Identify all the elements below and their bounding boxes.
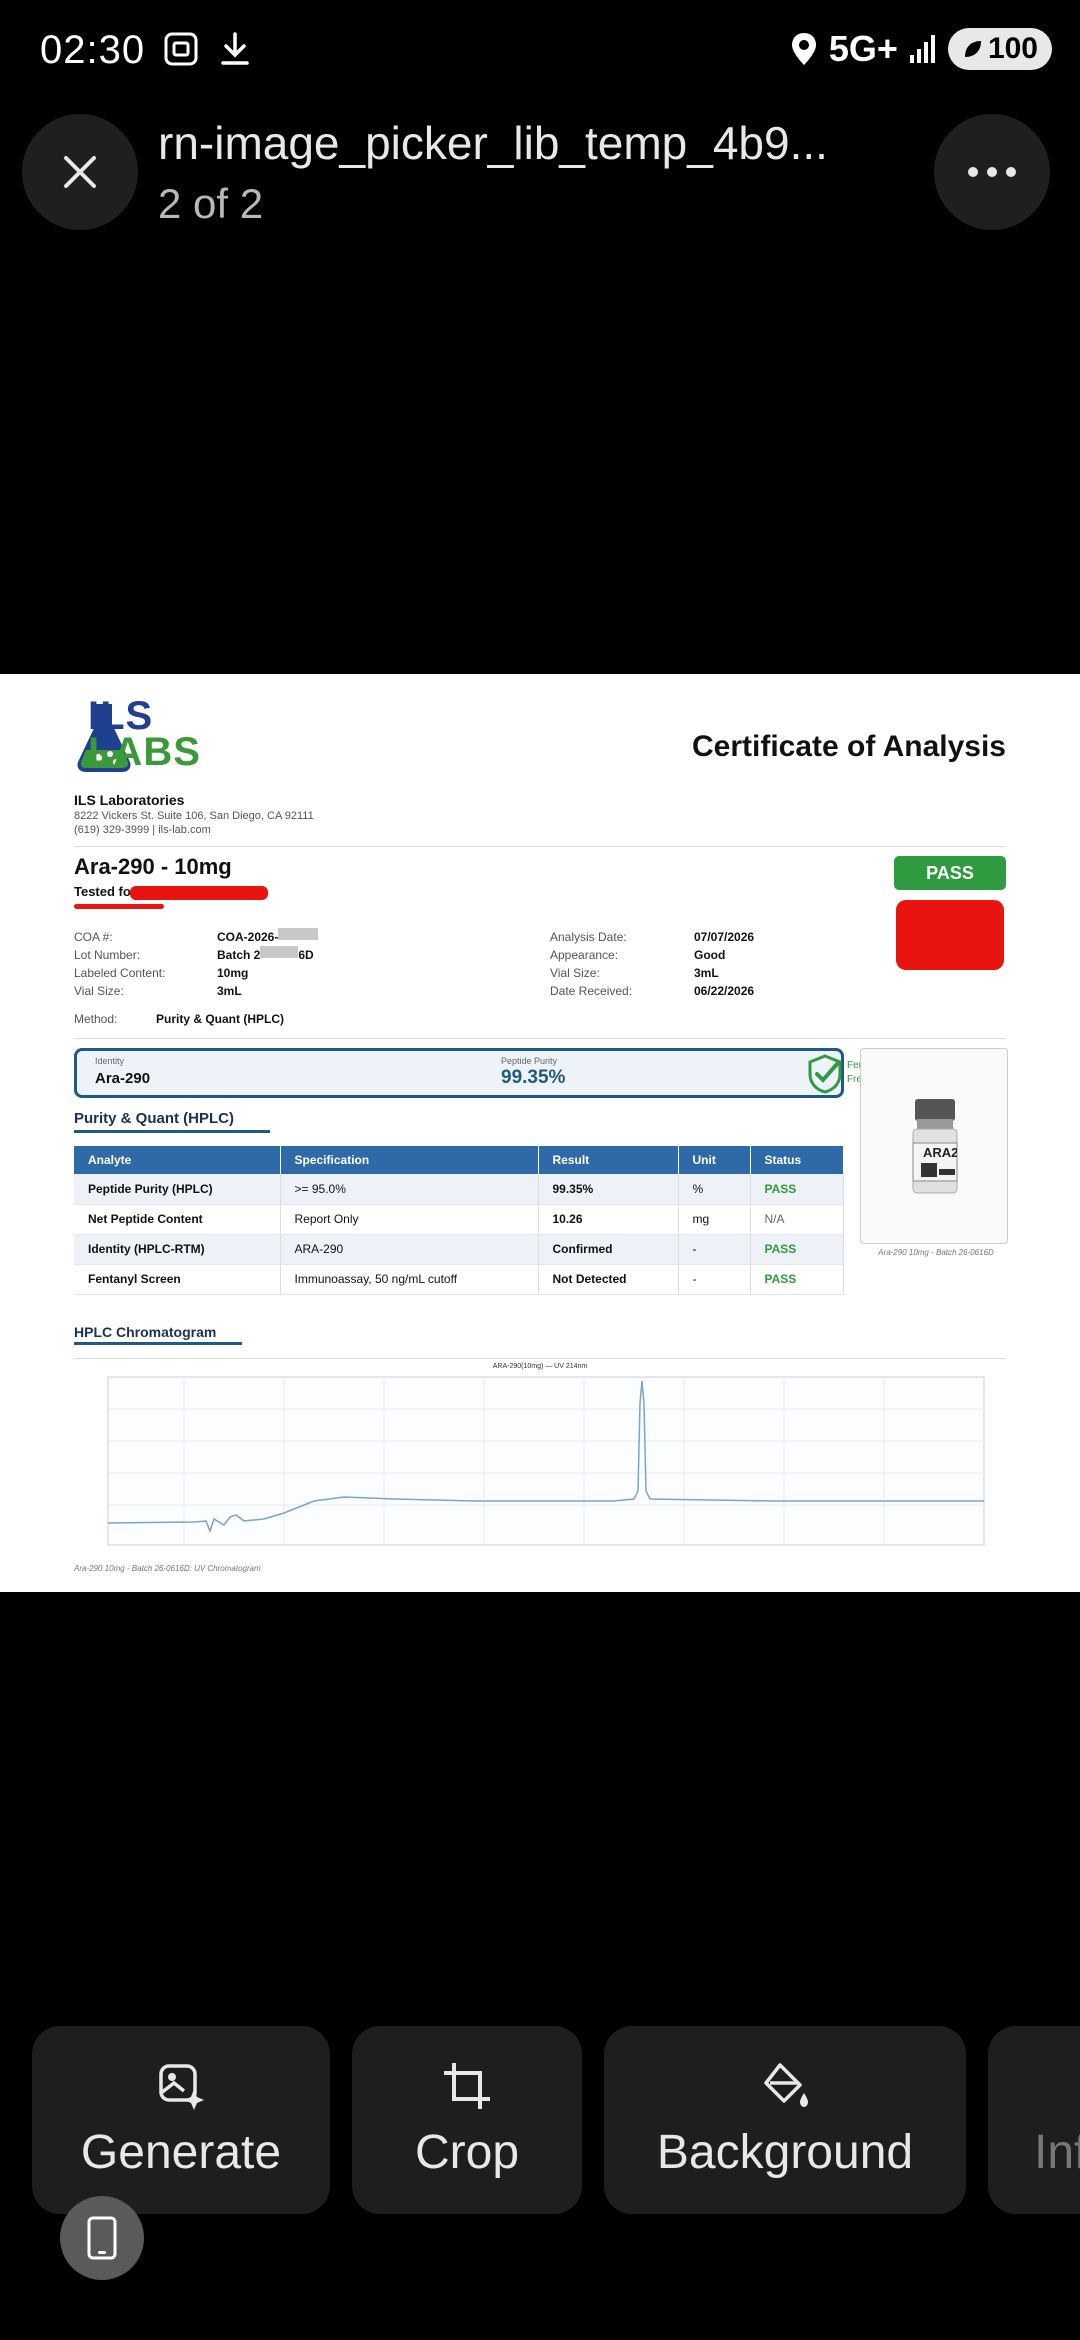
generate-label: Generate bbox=[80, 2125, 282, 2179]
meta-appearance: Appearance: Good bbox=[550, 948, 726, 962]
table-row: Fentanyl Screen Immunoassay, 50 ng/mL cu… bbox=[74, 1264, 844, 1295]
divider bbox=[74, 1038, 1006, 1039]
document-image[interactable]: ILS LABS Certificate of Analysis ILS Lab… bbox=[0, 674, 1080, 1592]
info-button[interactable]: Inf bbox=[988, 2026, 1080, 2214]
meta-date-received: Date Received: 06/22/2026 bbox=[550, 984, 755, 998]
more-options-button[interactable] bbox=[934, 114, 1050, 230]
status-bar: 02:30 5G+ 100 bbox=[0, 0, 1080, 100]
battery-indicator: 100 bbox=[947, 28, 1052, 70]
lab-name: ILS Laboratories bbox=[74, 792, 185, 808]
meta-lot: Lot Number: Batch 2 6D bbox=[74, 946, 314, 962]
background-label: Background bbox=[656, 2125, 914, 2179]
vial-photo: ARA29 bbox=[860, 1048, 1008, 1244]
status-right: 5G+ 100 bbox=[789, 28, 1052, 70]
column-header: Specification bbox=[280, 1146, 539, 1174]
column-header: Result bbox=[538, 1146, 679, 1174]
meta-coa: COA #: COA-2026- bbox=[74, 928, 319, 946]
status-left-icons bbox=[162, 30, 252, 68]
meta-vial-size-right: Vial Size: 3mL bbox=[550, 966, 719, 980]
certificate-heading: Certificate of Analysis bbox=[692, 730, 1006, 763]
leaf-icon bbox=[964, 41, 981, 57]
table-row: Peptide Purity (HPLC) >= 95.0% 99.35% % … bbox=[74, 1174, 844, 1205]
battery-level: 100 bbox=[987, 32, 1038, 65]
download-icon bbox=[221, 32, 249, 65]
paint-bucket-icon bbox=[764, 2062, 808, 2107]
logo-wordmark: ILS LABS bbox=[88, 694, 201, 774]
network-type: 5G+ bbox=[828, 28, 898, 69]
product-name: Ara-290 - 10mg bbox=[74, 854, 232, 879]
pass-badge: PASS bbox=[894, 856, 1006, 890]
phone-icon bbox=[87, 2216, 117, 2260]
location-icon bbox=[791, 33, 816, 65]
screenshot-icon bbox=[164, 32, 198, 66]
crop-icon bbox=[444, 2062, 490, 2109]
meta-analysis-date: Analysis Date: 07/07/2026 bbox=[550, 930, 755, 944]
redaction-underline bbox=[74, 904, 164, 909]
column-header: Analyte bbox=[74, 1146, 281, 1174]
table-row: Net Peptide Content Report Only 10.26 mg… bbox=[74, 1204, 844, 1235]
lab-address: 8222 Vickers St. Suite 106, San Diego, C… bbox=[74, 810, 314, 822]
crop-label: Crop bbox=[414, 2125, 520, 2179]
close-button[interactable] bbox=[22, 114, 138, 230]
results-table: Analyte Specification Result Unit Status… bbox=[74, 1146, 844, 1295]
logo-ils: ILS bbox=[88, 694, 154, 738]
info-label: Inf bbox=[1034, 2125, 1080, 2179]
generate-button[interactable]: Generate bbox=[32, 2026, 330, 2214]
background-button[interactable]: Background bbox=[604, 2026, 966, 2214]
identity-value: Ara-290 bbox=[95, 1070, 151, 1087]
identity-summary-box: Identity Ara-290 Peptide Purity 99.35% F… bbox=[74, 1048, 885, 1098]
logo-labs: LABS bbox=[88, 730, 201, 774]
divider bbox=[74, 846, 1006, 847]
blurred-text bbox=[260, 946, 299, 958]
meta-left: COA #: COA-2026- Lot Number: Batch 2 6D Lab… bbox=[74, 928, 319, 1000]
blurred-text bbox=[278, 928, 319, 940]
section-underline bbox=[74, 1342, 242, 1345]
section-title-chromatogram: HPLC Chromatogram bbox=[74, 1324, 217, 1340]
vial-caption: Ara-290 10mg - Batch 26-0616D bbox=[878, 1248, 994, 1257]
table-row: Identity (HPLC-RTM) ARA-290 Confirmed - … bbox=[74, 1234, 844, 1265]
column-header: Unit bbox=[678, 1146, 751, 1174]
purity-value: 99.35% bbox=[501, 1067, 566, 1088]
more-icon bbox=[968, 167, 1016, 177]
method-line: Method: Purity & Quant (HPLC) bbox=[74, 1012, 284, 1026]
meta-labeled-content: Labeled Content: 10mg bbox=[74, 966, 249, 980]
chromatogram: ARA-290(10mg) — UV 214nm bbox=[74, 1358, 1006, 1574]
chromatogram-caption: Ara-290 10mg - Batch 26-0616D: UV Chroma… bbox=[74, 1564, 261, 1573]
shield-check-icon bbox=[808, 1054, 842, 1094]
identity-label: Identity bbox=[95, 1056, 125, 1066]
vial-label: ARA29 bbox=[923, 1145, 957, 1160]
table-header-row: Analyte Specification Result Unit Status bbox=[74, 1146, 844, 1174]
generate-image-icon bbox=[159, 2063, 204, 2110]
section-underline bbox=[74, 1130, 270, 1133]
signal-icon bbox=[909, 35, 935, 63]
close-icon bbox=[64, 156, 96, 188]
redacted-qr-code bbox=[896, 900, 1004, 970]
chromatogram-title: ARA-290(10mg) — UV 214nm bbox=[492, 1363, 588, 1370]
image-counter: 2 of 2 bbox=[158, 180, 264, 227]
purity-label: Peptide Purity bbox=[501, 1056, 558, 1066]
file-title: rn-image_picker_lib_temp_4b9... bbox=[158, 117, 828, 169]
section-title-purity: Purity & Quant (HPLC) bbox=[74, 1110, 234, 1127]
lab-contact: (619) 329-3999 | ils-lab.com bbox=[74, 824, 211, 836]
meta-vial-size: Vial Size: 3mL bbox=[74, 984, 242, 998]
crop-button[interactable]: Crop bbox=[352, 2026, 582, 2214]
chromatogram-plot bbox=[107, 1376, 985, 1546]
redaction-mark bbox=[130, 886, 268, 900]
status-time: 02:30 bbox=[40, 28, 146, 72]
device-toggle-button[interactable] bbox=[60, 2196, 144, 2280]
column-header: Status bbox=[750, 1146, 844, 1174]
meta-right: Analysis Date: 07/07/2026 Appearance: Good… bbox=[550, 928, 754, 1000]
